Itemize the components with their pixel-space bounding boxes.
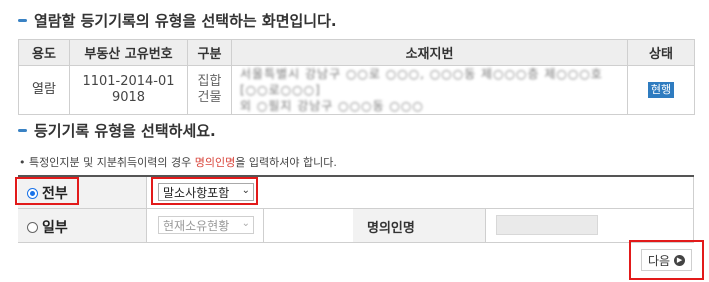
- record-type-selection: 전부 일부 말소사항포함 ⌄ 현재소유현황 ⌄ 명의인명: [18, 175, 694, 243]
- owner-name-label: 명의인명: [367, 221, 415, 236]
- cell-status: 현행: [627, 65, 695, 115]
- radio-partial[interactable]: [27, 221, 38, 233]
- column-header-status: 상태: [627, 39, 695, 66]
- heading-bullet-icon: [18, 19, 27, 22]
- table-header-row: 용도 부동산 고유번호 구분 소재지번 상태: [18, 39, 695, 66]
- column-header-address: 소재지번: [231, 39, 628, 66]
- note-suffix: 을 입력하셔야 합니다.: [235, 156, 337, 169]
- unique-no-line2: 9018: [111, 90, 146, 105]
- column-divider: [485, 209, 486, 242]
- next-button[interactable]: 다음 ▶: [641, 249, 692, 271]
- heading-bullet-icon: [18, 129, 27, 132]
- cell-unique-no: 1101-2014-01 9018: [69, 65, 188, 115]
- table-row: 열람 1101-2014-01 9018 집합 건물 서울특별시 강남구 ○○로…: [18, 65, 695, 115]
- column-divider: [146, 177, 147, 242]
- radio-partial-option[interactable]: 일부: [27, 217, 68, 237]
- page-heading: 열람할 등기기록의 유형을 선택하는 화면입니다.: [18, 10, 337, 31]
- next-button-label: 다음: [647, 253, 671, 268]
- section-heading: 등기기록 유형을 선택하세요.: [18, 120, 216, 141]
- column-header-purpose: 용도: [18, 39, 70, 66]
- highlight-outline-radio: [15, 177, 79, 205]
- owner-name-input[interactable]: [496, 215, 598, 235]
- cell-type: 집합 건물: [187, 65, 232, 115]
- type-line2: 건물: [197, 90, 222, 105]
- note-highlight: 명의인명: [194, 156, 236, 169]
- partial-option-select-value: 현재소유현황: [163, 218, 230, 233]
- cell-purpose: 열람: [18, 65, 70, 115]
- column-header-unique-no: 부동산 고유번호: [69, 39, 188, 66]
- column-header-type: 구분: [187, 39, 232, 66]
- note-prefix: • 특정인지분 및 지분취득이력의 경우: [19, 156, 195, 169]
- cell-address: 서울특별시 강남구 ○○로 ○○○, ○○○동 제○○○층 제○○○호 [○○로…: [231, 65, 628, 115]
- property-info-table: 용도 부동산 고유번호 구분 소재지번 상태 열람 1101-2014-01 9…: [18, 39, 695, 115]
- radio-partial-label: 일부: [42, 220, 68, 236]
- instruction-note: • 특정인지분 및 지분취득이력의 경우 명의인명을 입력하셔야 합니다.: [19, 154, 337, 170]
- box-edge: [693, 177, 694, 242]
- status-badge: 현행: [647, 82, 675, 98]
- type-line1: 집합: [197, 74, 222, 89]
- page-heading-text: 열람할 등기기록의 유형을 선택하는 화면입니다.: [34, 12, 337, 30]
- section-heading-text: 등기기록 유형을 선택하세요.: [34, 122, 216, 140]
- partial-option-select[interactable]: 현재소유현황 ⌄: [158, 216, 254, 234]
- address-line1: 서울특별시 강남구 ○○로 ○○○, ○○○동 제○○○층 제○○○호 [○○로…: [240, 67, 603, 97]
- column-divider: [263, 209, 264, 242]
- address-line2: 외 ○필지 강남구 ○○○동 ○○○: [240, 99, 424, 113]
- circle-arrow-right-icon: ▶: [674, 254, 686, 266]
- unique-no-line1: 1101-2014-01: [82, 74, 175, 89]
- chevron-down-icon: ⌄: [241, 218, 250, 229]
- highlight-outline-select: [151, 177, 258, 205]
